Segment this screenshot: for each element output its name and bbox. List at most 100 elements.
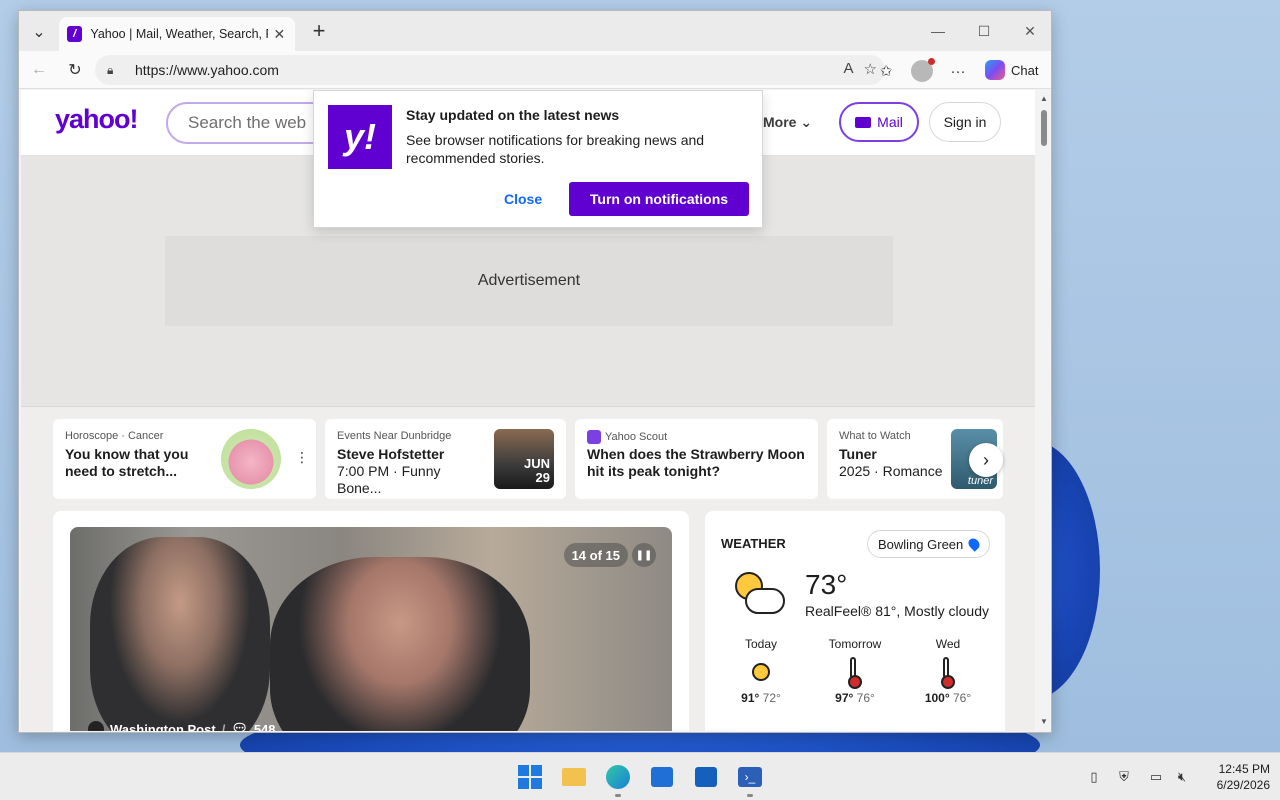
store-icon[interactable] <box>646 761 678 793</box>
maximize-icon[interactable]: ☐ <box>969 19 999 43</box>
carousel-next-arrow-icon[interactable]: › <box>969 443 1003 477</box>
notification-title: Stay updated on the latest news <box>406 107 620 123</box>
hot-thermometer-icon <box>933 657 963 689</box>
clock-time: 12:45 PM <box>1218 762 1270 776</box>
close-window-icon[interactable]: ✕ <box>1015 19 1045 43</box>
weather-location-button[interactable]: Bowling Green <box>867 530 991 558</box>
file-explorer-icon[interactable] <box>558 761 590 793</box>
mail-label: Mail <box>877 114 903 130</box>
story-card-horoscope[interactable]: Horoscope · Cancer You know that you nee… <box>53 419 316 499</box>
notification-text: See browser notifications for breaking n… <box>406 132 705 166</box>
event-date-image: JUN 29 <box>494 429 554 489</box>
yahoo-favicon-icon: / <box>67 26 83 42</box>
source-name: Washington Post <box>110 721 216 732</box>
card-title: When does the Strawberry Moon hit its pe… <box>587 446 805 479</box>
forecast-high: 100° <box>924 691 950 705</box>
edge-browser-icon[interactable] <box>602 761 634 797</box>
tab-yahoo[interactable]: / Yahoo | Mail, Weather, Search, Politic… <box>59 17 295 51</box>
copilot-chat-button[interactable]: Chat <box>979 56 1045 84</box>
refresh-icon[interactable]: ↻ <box>63 58 87 82</box>
forecast-today[interactable]: Today 91° 72° <box>721 637 801 705</box>
terminal-icon[interactable]: ›_ <box>734 761 766 797</box>
card-menu-icon[interactable]: ⋮ <box>295 449 309 466</box>
profile-avatar[interactable] <box>911 58 935 82</box>
scroll-down-icon[interactable]: ▼ <box>1039 717 1049 727</box>
card-kicker: What to Watch <box>839 430 911 442</box>
more-menu[interactable]: More ⌄ <box>763 114 812 131</box>
weather-description: RealFeel® 81°, Mostly cloudy <box>805 603 989 619</box>
tab-bar: ⌄ / Yahoo | Mail, Weather, Search, Polit… <box>19 11 1051 51</box>
sign-in-button[interactable]: Sign in <box>929 102 1001 142</box>
hero-person-left <box>90 537 270 731</box>
minimize-icon[interactable]: — <box>923 19 953 43</box>
washington-post-logo-icon <box>88 721 104 731</box>
taskbar-clock[interactable]: 12:45 PM 6/29/2026 <box>1200 761 1270 793</box>
card-kicker: Yahoo Scout <box>605 430 668 443</box>
sunny-icon <box>746 657 776 687</box>
usb-icon[interactable]: ▯ <box>1086 769 1102 785</box>
location-name: Bowling Green <box>878 536 964 552</box>
network-icon[interactable]: ▭ <box>1148 769 1164 785</box>
card-kicker: Events Near Dunbridge <box>337 430 452 442</box>
scroll-thumb[interactable] <box>1041 110 1047 146</box>
back-arrow-icon[interactable]: ← <box>27 58 51 82</box>
volume-muted-icon[interactable]: 🔇︎ <box>1174 769 1190 785</box>
comment-icon: 💬︎ <box>231 721 248 731</box>
current-temp: 73° <box>805 569 848 600</box>
forecast-high: 97° <box>835 691 854 705</box>
more-options-icon[interactable]: ··· <box>947 60 969 82</box>
hot-thermometer-icon <box>840 657 870 689</box>
lock-icon: 🔒︎ <box>107 62 114 77</box>
browser-window: ⌄ / Yahoo | Mail, Weather, Search, Polit… <box>18 10 1052 733</box>
forecast-high: 91° <box>741 691 760 705</box>
comment-count[interactable]: 548 <box>254 722 276 732</box>
tab-close-icon[interactable]: ✕ <box>274 26 287 43</box>
turn-on-notifications-button[interactable]: Turn on notifications <box>569 182 749 216</box>
yahoo-page: yahoo! Search the web More ⌄ Mail Sign i… <box>21 90 1035 731</box>
forecast-wed[interactable]: Wed 100° 76° <box>908 637 988 705</box>
card-kicker-wrap: Yahoo Scout <box>587 430 667 444</box>
partly-cloudy-icon <box>727 566 787 622</box>
forecast-day: Today <box>744 637 778 651</box>
forecast-low: 76° <box>953 691 972 705</box>
read-aloud-icon[interactable]: A <box>844 60 854 78</box>
forecast-day: Wed <box>935 637 961 651</box>
slide-counter: 14 of 15 <box>563 543 628 567</box>
new-tab-plus-icon[interactable]: + <box>307 18 331 43</box>
yahoo-logo[interactable]: yahoo! <box>55 104 139 135</box>
clock-date: 6/29/2026 <box>1216 778 1270 792</box>
hero-image[interactable]: 14 of 15 ❚❚ Washington Post / 💬︎ 548 <box>70 527 672 731</box>
notification-close-button[interactable]: Close <box>504 191 542 207</box>
address-url: https://www.yahoo.com <box>135 62 279 78</box>
windows-logo-icon <box>518 765 542 789</box>
taskbar: ›_ ▯ ⛨ ▭ 🔇︎ 12:45 PM 6/29/2026 <box>0 752 1280 800</box>
security-shield-icon[interactable]: ⛨ <box>1116 769 1132 785</box>
story-card-scout[interactable]: Yahoo Scout When does the Strawberry Moo… <box>575 419 818 499</box>
card-kicker: Horoscope · Cancer <box>65 430 164 442</box>
mail-envelope-icon <box>855 116 872 128</box>
card-subtitle: 7:00 PM · Funny Bone... <box>337 463 441 496</box>
forecast-day: Tomorrow <box>828 637 882 651</box>
pause-icon[interactable]: ❚❚ <box>632 543 656 567</box>
page-scrollbar[interactable]: ▲ ▼ <box>1037 90 1051 731</box>
favorites-icon[interactable]: ✩ <box>875 60 897 82</box>
yahoo-notification-logo: y! <box>328 105 392 169</box>
separator: / <box>221 721 226 732</box>
advertisement-box[interactable]: Advertisement <box>165 236 893 326</box>
start-button[interactable] <box>514 761 546 793</box>
outlook-icon[interactable] <box>690 761 722 793</box>
card-title: Tuner <box>839 446 877 462</box>
tab-actions-chevron-icon[interactable]: ⌄ <box>27 20 51 44</box>
event-month: JUN <box>523 456 550 471</box>
forecast-tomorrow[interactable]: Tomorrow 97° 76° <box>815 637 895 705</box>
tab-title: Yahoo | Mail, Weather, Search, Politics <box>90 27 267 41</box>
mail-button[interactable]: Mail <box>839 102 919 142</box>
story-card-event[interactable]: Events Near Dunbridge Steve Hofstetter 7… <box>325 419 566 499</box>
card-title: Steve Hofstetter <box>337 446 445 462</box>
poster-text: tuner <box>967 475 993 487</box>
forecast-low: 72° <box>762 691 781 705</box>
scroll-up-icon[interactable]: ▲ <box>1039 94 1049 104</box>
yahoo-scout-icon <box>587 430 601 444</box>
address-bar[interactable]: 🔒︎ https://www.yahoo.com A ☆ <box>95 55 885 85</box>
browser-toolbar: ← ↻ 🔒︎ https://www.yahoo.com A ☆ ✩ ··· C… <box>19 51 1051 89</box>
